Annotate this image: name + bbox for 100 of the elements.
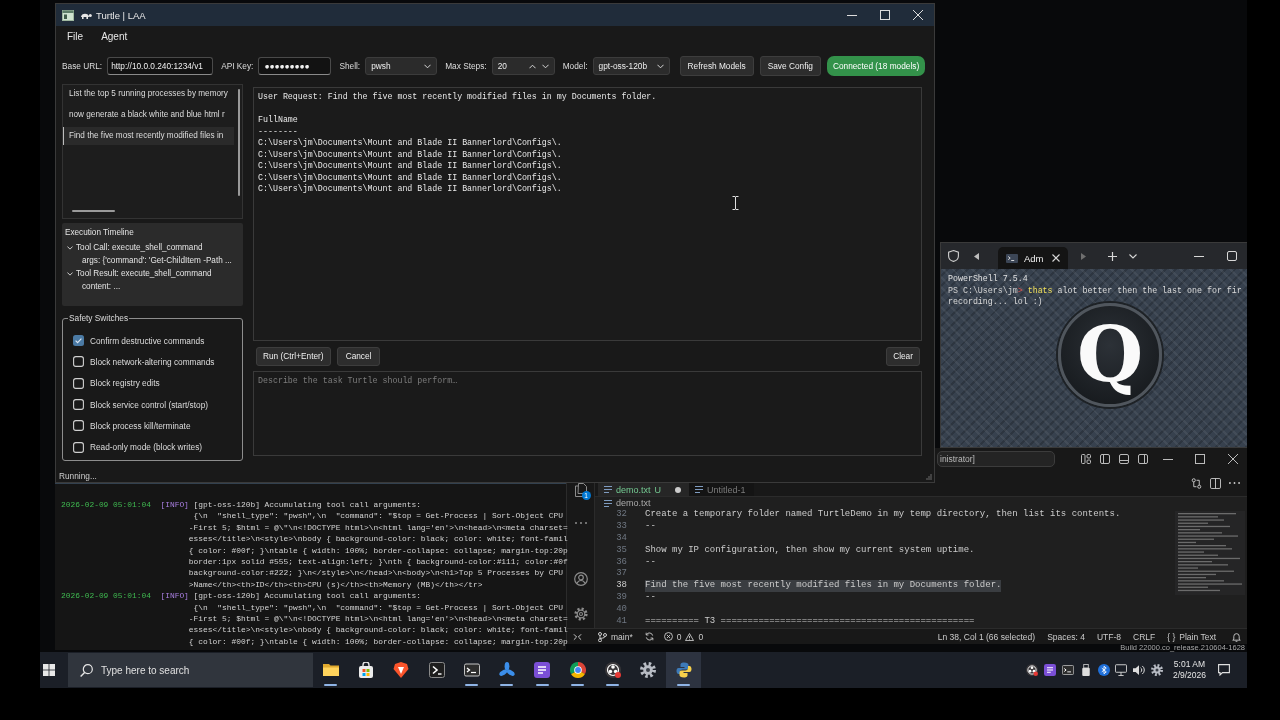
compare-icon[interactable] xyxy=(1191,477,1202,489)
history-item[interactable]: List the top 5 running processes by memory xyxy=(63,85,234,103)
clock-time[interactable]: 5:01 AM xyxy=(1173,659,1206,670)
steps-spinbox[interactable]: 20 xyxy=(491,57,555,75)
shell-dropdown[interactable]: pwsh xyxy=(365,57,438,75)
panel-title: Execution Timeline xyxy=(65,227,134,239)
checkbox[interactable] xyxy=(73,399,84,411)
command-search-field[interactable]: inistrator] xyxy=(937,451,1055,467)
bell-icon[interactable] xyxy=(1232,631,1241,642)
tree-item[interactable]: args: {'command': 'Get-ChildItem -Path ... xyxy=(82,254,232,267)
sidebar-right-icon[interactable] xyxy=(1138,454,1148,464)
tree-item[interactable]: Tool Result: execute_shell_command xyxy=(65,267,212,280)
checkbox[interactable] xyxy=(73,377,84,389)
status-item[interactable]: { } Plain Text xyxy=(1167,631,1216,642)
chevron-down-icon[interactable] xyxy=(67,245,73,250)
windows-logo-icon[interactable] xyxy=(43,664,55,676)
error-count[interactable]: 0 xyxy=(676,631,682,642)
terminal-tab[interactable]: Adm xyxy=(998,247,1068,269)
usb-drive-icon[interactable] xyxy=(1079,664,1092,676)
maximize-icon[interactable] xyxy=(1227,251,1237,261)
tree-item[interactable]: content: ... xyxy=(82,280,121,293)
maximize-icon[interactable] xyxy=(880,10,890,20)
speaker-icon[interactable] xyxy=(1133,664,1146,676)
terminal-icon[interactable] xyxy=(1061,664,1074,676)
close-icon[interactable] xyxy=(1228,454,1238,464)
terminal-line: PS C:\Users\jm> thats alot better then the last one for fir xyxy=(948,284,1242,296)
close-icon[interactable] xyxy=(1052,254,1060,262)
file-lines-icon xyxy=(604,499,612,507)
caret-up-icon[interactable] xyxy=(528,63,536,69)
notification-icon[interactable] xyxy=(1218,664,1230,676)
status-item[interactable]: Spaces: 4 xyxy=(1047,631,1085,642)
scrollbar-thumb[interactable] xyxy=(238,89,240,196)
lines-tile-icon[interactable] xyxy=(1044,664,1057,676)
account-icon[interactable] xyxy=(573,572,588,586)
bluetooth-icon[interactable] xyxy=(1097,664,1110,676)
sidebar-left-icon[interactable] xyxy=(1100,454,1110,464)
checkbox-label: Block network-altering commands xyxy=(90,356,215,367)
files-icon[interactable] xyxy=(574,483,587,497)
line-number: 32 xyxy=(615,509,628,521)
task-input[interactable]: Describe the task Turtle should perform… xyxy=(253,371,922,456)
action-button[interactable]: Run (Ctrl+Enter) xyxy=(256,346,331,366)
search-field[interactable]: Type here to search xyxy=(68,653,313,687)
password-field[interactable]: ●●●●●●●●● xyxy=(258,57,332,75)
chevron-down-icon[interactable] xyxy=(67,271,73,276)
tree-item[interactable]: Tool Call: execute_shell_command xyxy=(65,241,203,254)
gear-icon[interactable] xyxy=(1150,664,1163,676)
minimize-icon[interactable] xyxy=(847,14,857,16)
error-icon[interactable] xyxy=(663,632,673,641)
caret-right-icon[interactable] xyxy=(1081,252,1086,260)
status-item[interactable]: Ln 38, Col 1 (66 selected) xyxy=(937,631,1036,642)
dot-icon[interactable] xyxy=(675,486,681,493)
chevron-down-icon[interactable] xyxy=(1129,253,1137,259)
status-text: Running... xyxy=(58,470,97,482)
sync-icon[interactable] xyxy=(644,632,654,641)
caret-left-icon[interactable] xyxy=(974,252,979,260)
layout-icon[interactable] xyxy=(1081,454,1091,464)
monitor-icon[interactable] xyxy=(1115,664,1128,676)
menu-item[interactable]: Agent xyxy=(101,30,128,42)
clock-date[interactable]: 2/9/2026 xyxy=(1172,670,1206,681)
warning-count[interactable]: 0 xyxy=(698,631,704,642)
status-item[interactable]: CRLF xyxy=(1133,631,1156,642)
plus-icon[interactable] xyxy=(1108,251,1117,261)
three-dot-circle-icon[interactable] xyxy=(1026,664,1039,676)
minimap[interactable] xyxy=(1175,511,1245,595)
branch-name[interactable]: main* xyxy=(611,631,633,642)
history-item[interactable]: Find the five most recently modified files in xyxy=(63,127,234,145)
resize-grip-icon[interactable] xyxy=(926,474,932,480)
checkbox[interactable] xyxy=(73,335,84,347)
interlocked-shapes-icon xyxy=(675,662,692,678)
checkbox[interactable] xyxy=(73,441,84,453)
shield-icon[interactable] xyxy=(948,250,959,262)
caret-down-icon[interactable] xyxy=(541,63,549,69)
checkbox[interactable] xyxy=(73,356,84,368)
split-editor-icon[interactable] xyxy=(1210,477,1221,489)
window-icon xyxy=(62,9,74,21)
history-item[interactable]: now generate a black white and blue html r xyxy=(63,106,234,124)
warning-icon[interactable] xyxy=(685,632,695,641)
url-field[interactable]: http://10.0.0.240:1234/v1 xyxy=(107,57,214,75)
scrollbar-thumb[interactable] xyxy=(72,210,115,212)
panel-bottom-icon[interactable] xyxy=(1119,454,1129,464)
code-line: -- xyxy=(645,592,656,605)
checkbox-label: Block process kill/terminate xyxy=(90,420,191,431)
action-button[interactable]: Cancel xyxy=(336,346,381,366)
minimize-icon[interactable] xyxy=(1163,458,1173,460)
close-icon[interactable] xyxy=(913,10,923,20)
checkbox[interactable] xyxy=(73,420,84,432)
settings-icon[interactable] xyxy=(573,607,588,621)
editor-tab[interactable]: demo.txt U xyxy=(598,483,689,496)
menu-item[interactable]: File xyxy=(67,30,84,42)
maximize-icon[interactable] xyxy=(1195,454,1205,464)
editor-tab[interactable]: Untitled-1 xyxy=(689,483,754,496)
remote-icon[interactable] xyxy=(573,632,582,641)
minimize-icon[interactable] xyxy=(1194,255,1204,257)
breadcrumb[interactable]: demo.txt xyxy=(616,498,651,508)
status-item[interactable]: UTF-8 xyxy=(1096,631,1122,642)
taskbar-app-button[interactable] xyxy=(665,652,702,688)
clear-button[interactable]: Clear xyxy=(886,346,920,366)
toolbar-button[interactable]: Save Config xyxy=(759,56,821,76)
toolbar-button[interactable]: Refresh Models xyxy=(679,56,754,76)
model-dropdown[interactable]: gpt-oss-120b xyxy=(592,57,670,75)
